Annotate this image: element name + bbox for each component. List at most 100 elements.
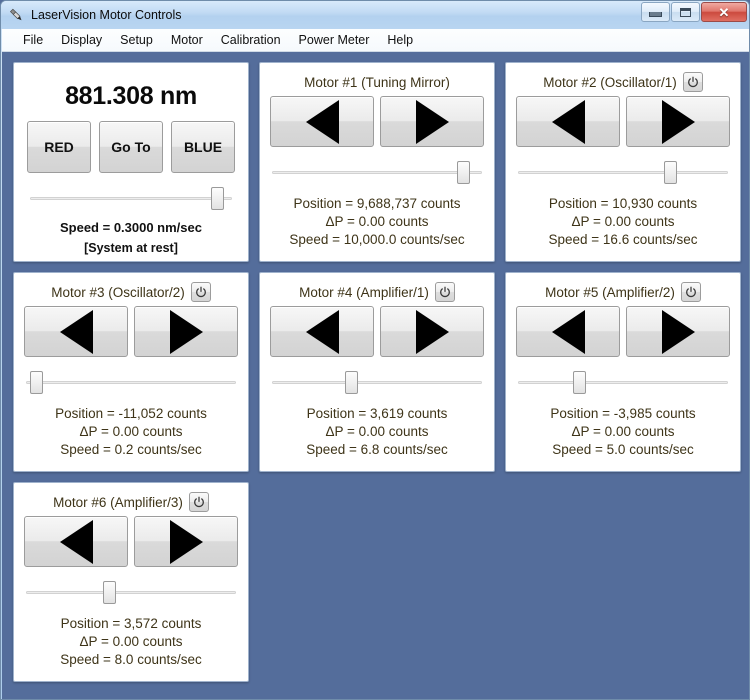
menu-item-motor[interactable]: Motor: [162, 31, 212, 49]
right-arrow-icon: [661, 309, 695, 354]
power-icon: [194, 496, 204, 508]
power-icon: [686, 286, 696, 298]
motor-power-button[interactable]: [680, 282, 701, 302]
motor-delta: ΔP = 0.00 counts: [571, 214, 675, 229]
motor-left-button[interactable]: [516, 306, 620, 357]
left-arrow-icon: [59, 519, 93, 564]
motor-speed: Speed = 10,000.0 counts/sec: [289, 232, 465, 247]
slider-thumb[interactable]: [457, 161, 470, 184]
right-arrow-icon: [661, 99, 695, 144]
left-arrow-icon: [551, 309, 585, 354]
motor-arrow-row: [514, 96, 732, 147]
motor-right-button[interactable]: [134, 306, 238, 357]
menu-item-power-meter[interactable]: Power Meter: [290, 31, 379, 49]
slider-track: [26, 381, 236, 384]
motor-arrow-row: [268, 306, 486, 357]
slider-thumb[interactable]: [211, 187, 224, 210]
menu-item-file[interactable]: File: [14, 31, 52, 49]
motor-slider-wrap: [268, 371, 486, 394]
motor-delta: ΔP = 0.00 counts: [79, 634, 183, 649]
minimize-button[interactable]: [641, 2, 670, 22]
blue-button[interactable]: BLUE: [171, 121, 235, 173]
motor-slider-wrap: [22, 371, 240, 394]
motor-slider-wrap: [514, 371, 732, 394]
laser-speed-readout: Speed = 0.3000 nm/sec: [59, 220, 202, 235]
motor-panel-6: Motor #6 (Amplifier/3) Position = 3,572 …: [13, 482, 249, 682]
right-arrow-icon: [169, 519, 203, 564]
motor-title: Motor #3 (Oscillator/2): [51, 284, 185, 300]
wavelength-slider-wrap: [22, 187, 240, 210]
motor-readout: Position = 3,572 counts ΔP = 0.00 counts…: [22, 615, 240, 669]
slider-thumb[interactable]: [573, 371, 586, 394]
motor-slider[interactable]: [26, 581, 236, 604]
motor-left-button[interactable]: [270, 96, 374, 147]
motor-header: Motor #2 (Oscillator/1): [514, 71, 732, 93]
motor-panel-1: Motor #1 (Tuning Mirror) Position = 9,68…: [259, 62, 495, 262]
right-arrow-icon: [169, 309, 203, 354]
motor-left-button[interactable]: [270, 306, 374, 357]
menu-item-calibration[interactable]: Calibration: [212, 31, 290, 49]
motor-slider[interactable]: [518, 371, 728, 394]
motor-right-button[interactable]: [380, 306, 484, 357]
slider-thumb[interactable]: [103, 581, 116, 604]
left-arrow-icon: [305, 309, 339, 354]
motor-left-button[interactable]: [24, 516, 128, 567]
close-icon: ✕: [718, 4, 730, 20]
motor-position: Position = 9,688,737 counts: [293, 196, 461, 211]
minimize-icon: [649, 12, 662, 17]
motor-speed: Speed = 6.8 counts/sec: [306, 442, 448, 457]
red-button[interactable]: RED: [27, 121, 91, 173]
motor-right-button[interactable]: [626, 306, 730, 357]
motor-header: Motor #3 (Oscillator/2): [22, 281, 240, 303]
motor-title: Motor #6 (Amplifier/3): [53, 494, 183, 510]
menu-item-help[interactable]: Help: [378, 31, 422, 49]
motor-left-button[interactable]: [516, 96, 620, 147]
power-icon: [195, 286, 206, 298]
panel-grid: 881.308 nm RED Go To BLUE Speed = 0.3000…: [13, 62, 748, 682]
slider-track: [518, 171, 728, 174]
motor-slider[interactable]: [26, 371, 236, 394]
slider-track: [518, 381, 728, 384]
motor-title: Motor #1 (Tuning Mirror): [304, 74, 450, 90]
motor-slider[interactable]: [518, 161, 728, 184]
maximize-icon: [680, 7, 691, 17]
motor-power-button[interactable]: [434, 282, 455, 302]
motor-slider-wrap: [514, 161, 732, 184]
left-arrow-icon: [305, 99, 339, 144]
maximize-button[interactable]: [671, 2, 700, 22]
motor-arrow-row: [514, 306, 732, 357]
close-button[interactable]: ✕: [701, 2, 747, 22]
motor-left-button[interactable]: [24, 306, 128, 357]
menu-item-setup[interactable]: Setup: [111, 31, 162, 49]
motor-slider[interactable]: [272, 161, 482, 184]
motor-power-button[interactable]: [190, 282, 211, 302]
motor-title: Motor #5 (Amplifier/2): [545, 284, 675, 300]
motor-panel-2: Motor #2 (Oscillator/1) Position = 10,93…: [505, 62, 741, 262]
wavelength-panel: 881.308 nm RED Go To BLUE Speed = 0.3000…: [13, 62, 249, 262]
goto-button[interactable]: Go To: [99, 121, 163, 173]
title-bar: LaserVision Motor Controls ✕: [1, 1, 749, 29]
motor-delta: ΔP = 0.00 counts: [571, 424, 675, 439]
power-icon: [687, 76, 698, 88]
motor-right-button[interactable]: [626, 96, 730, 147]
motor-header: Motor #6 (Amplifier/3): [22, 491, 240, 513]
motor-power-button[interactable]: [188, 492, 209, 512]
motor-readout: Position = -11,052 counts ΔP = 0.00 coun…: [22, 405, 240, 459]
application-window: LaserVision Motor Controls ✕ File Displa…: [0, 0, 750, 700]
slider-thumb[interactable]: [345, 371, 358, 394]
left-arrow-icon: [551, 99, 585, 144]
motor-speed: Speed = 0.2 counts/sec: [60, 442, 202, 457]
motor-right-button[interactable]: [134, 516, 238, 567]
motor-position: Position = -11,052 counts: [55, 406, 207, 421]
motor-right-button[interactable]: [380, 96, 484, 147]
motor-power-button[interactable]: [682, 72, 703, 92]
wavelength-slider[interactable]: [30, 187, 232, 210]
motor-header: Motor #5 (Amplifier/2): [514, 281, 732, 303]
slider-thumb[interactable]: [664, 161, 677, 184]
slider-track: [26, 591, 236, 594]
menu-item-display[interactable]: Display: [52, 31, 111, 49]
slider-thumb[interactable]: [30, 371, 43, 394]
pen-tool-icon: [8, 7, 25, 24]
motor-slider[interactable]: [272, 371, 482, 394]
motor-speed: Speed = 16.6 counts/sec: [548, 232, 698, 247]
